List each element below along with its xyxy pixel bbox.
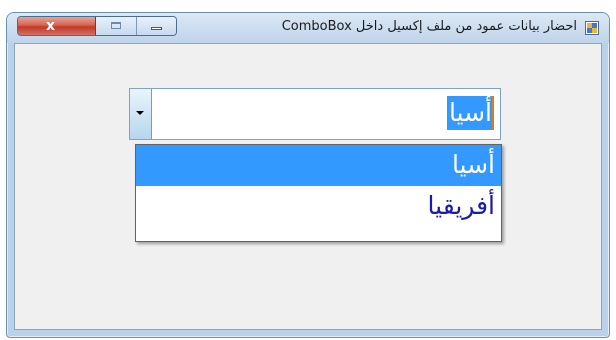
- dropdown-item-asia[interactable]: أسيا: [136, 145, 501, 186]
- minimize-button[interactable]: [137, 17, 176, 35]
- dropdown-item-africa[interactable]: أفريقيا: [136, 186, 501, 227]
- maximize-button[interactable]: [96, 17, 137, 35]
- chevron-down-icon: [136, 111, 144, 115]
- combobox-dropdown-list[interactable]: أسيا أفريقيا: [135, 144, 502, 242]
- maximize-icon: [111, 22, 121, 29]
- form-icon: [585, 21, 599, 35]
- caption-buttons: x: [17, 16, 177, 36]
- window-title: احضار بيانات عمود من ملف إكسيل داخل Comb…: [281, 19, 577, 34]
- close-icon: x: [46, 18, 56, 34]
- title-bar[interactable]: احضار بيانات عمود من ملف إكسيل داخل Comb…: [7, 13, 609, 43]
- minimize-icon: [151, 27, 162, 30]
- close-button[interactable]: x: [18, 17, 96, 35]
- text-caret: [492, 96, 494, 130]
- combobox-dropdown-button[interactable]: [130, 89, 152, 139]
- combobox-selected-text[interactable]: أسيا: [446, 96, 494, 130]
- continent-combobox[interactable]: أسيا: [129, 88, 501, 140]
